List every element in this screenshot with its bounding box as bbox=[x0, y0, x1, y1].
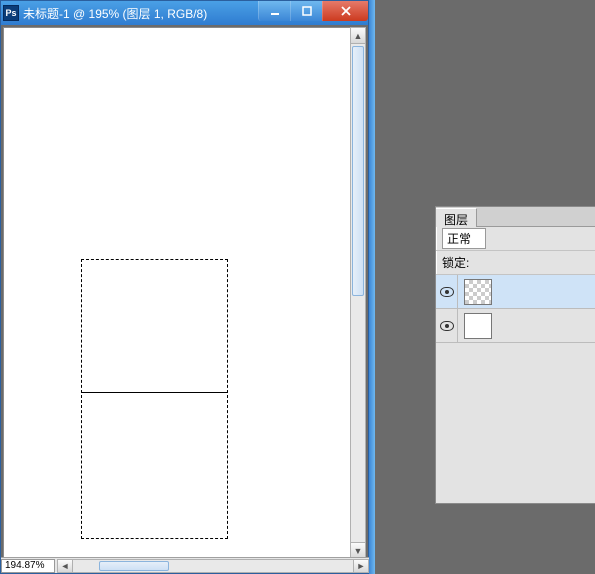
minimize-icon bbox=[270, 6, 280, 16]
window-border-accent bbox=[369, 0, 375, 574]
scroll-right-button[interactable]: ► bbox=[353, 559, 369, 573]
drawn-line bbox=[82, 392, 227, 393]
layer-thumbnail[interactable] bbox=[464, 279, 492, 305]
eye-icon bbox=[440, 287, 454, 297]
layer-thumbnail[interactable] bbox=[464, 313, 492, 339]
status-bar: 194.87% ◄ ► bbox=[1, 557, 369, 573]
lock-row: 锁定: bbox=[436, 251, 595, 275]
horizontal-scroll-track[interactable] bbox=[73, 559, 353, 573]
visibility-toggle[interactable] bbox=[436, 309, 458, 342]
vertical-scroll-thumb[interactable] bbox=[352, 46, 364, 296]
eye-icon bbox=[440, 321, 454, 331]
window-title: 未标题-1 @ 195% (图层 1, RGB/8) bbox=[23, 5, 207, 22]
panel-tabs: 图层 bbox=[436, 207, 595, 227]
scroll-down-button[interactable]: ▼ bbox=[351, 542, 365, 558]
layers-empty-area bbox=[436, 343, 595, 503]
horizontal-scrollbar[interactable]: ◄ ► bbox=[57, 559, 369, 573]
maximize-button[interactable] bbox=[290, 1, 322, 21]
maximize-icon bbox=[302, 6, 312, 16]
close-icon bbox=[340, 6, 352, 16]
canvas[interactable] bbox=[3, 27, 351, 559]
blend-mode-select[interactable]: 正常 bbox=[442, 228, 486, 249]
marquee-selection[interactable] bbox=[81, 259, 228, 539]
visibility-toggle[interactable] bbox=[436, 275, 458, 308]
zoom-level-input[interactable]: 194.87% bbox=[1, 559, 55, 573]
scroll-up-button[interactable]: ▲ bbox=[351, 28, 365, 44]
vertical-scrollbar[interactable]: ▲ ▼ bbox=[350, 27, 366, 559]
window-controls bbox=[258, 1, 368, 21]
minimize-button[interactable] bbox=[258, 1, 290, 21]
tab-layers[interactable]: 图层 bbox=[436, 208, 477, 227]
close-button[interactable] bbox=[322, 1, 368, 21]
layer-row[interactable] bbox=[436, 275, 595, 309]
titlebar[interactable]: Ps 未标题-1 @ 195% (图层 1, RGB/8) bbox=[1, 1, 368, 25]
photoshop-icon: Ps bbox=[3, 5, 19, 21]
layer-row[interactable] bbox=[436, 309, 595, 343]
blend-mode-row: 正常 bbox=[436, 227, 595, 251]
lock-label: 锁定: bbox=[442, 254, 469, 271]
scroll-left-button[interactable]: ◄ bbox=[57, 559, 73, 573]
horizontal-scroll-thumb[interactable] bbox=[99, 561, 169, 571]
layers-panel[interactable]: 图层 正常 锁定: bbox=[435, 206, 595, 504]
document-window: Ps 未标题-1 @ 195% (图层 1, RGB/8) ▲ ▼ 194.87… bbox=[0, 0, 369, 574]
